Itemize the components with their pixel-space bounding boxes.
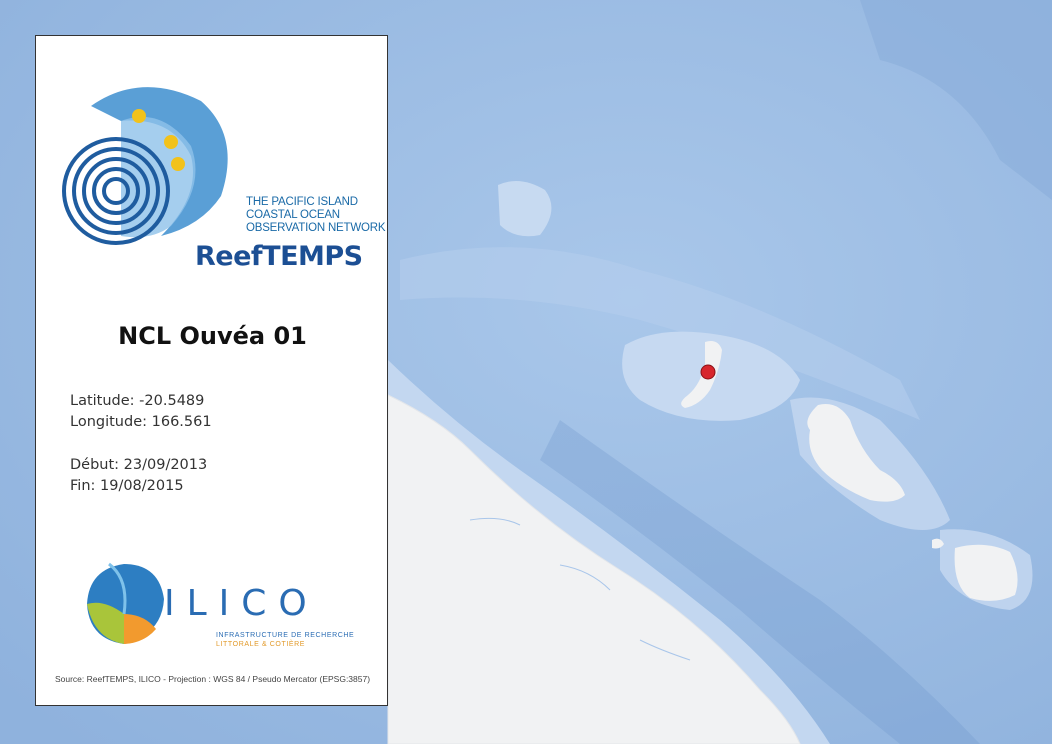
latitude-text: Latitude: -20.5489 [70,393,205,409]
coordinates: Latitude: -20.5489 Longitude: 166.561 [70,391,212,433]
station-title: NCL Ouvéa 01 [118,322,307,350]
ilico-name: ILICO [164,583,319,624]
start-date-text: Début: 23/09/2013 [70,457,208,473]
reeftemps-tagline: THE PACIFIC ISLAND COASTAL OCEAN OBSERVA… [246,196,386,234]
end-date-text: Fin: 19/08/2015 [70,478,184,494]
info-panel: THE PACIFIC ISLAND COASTAL OCEAN OBSERVA… [35,35,388,706]
ilico-emblem [87,562,164,644]
ilico-subtitle-line2: LITTORALE & COTIÈRE [216,641,306,648]
longitude-text: Longitude: 166.561 [70,414,212,430]
station-marker[interactable] [700,364,716,380]
reeftemps-emblem [62,87,228,245]
dates: Début: 23/09/2013 Fin: 19/08/2015 [70,455,207,497]
source-credit: Source: ReefTEMPS, ILICO - Projection : … [54,674,371,684]
ilico-subtitle: INFRASTRUCTURE DE RECHERCHE LITTORALE & … [216,631,354,649]
shelf-north-reef [498,181,552,237]
reeftemps-logo: THE PACIFIC ISLAND COASTAL OCEAN OBSERVA… [51,76,386,272]
reeftemps-name: ReefTEMPS [195,241,363,272]
ilico-subtitle-line1: INFRASTRUCTURE DE RECHERCHE [216,632,355,639]
